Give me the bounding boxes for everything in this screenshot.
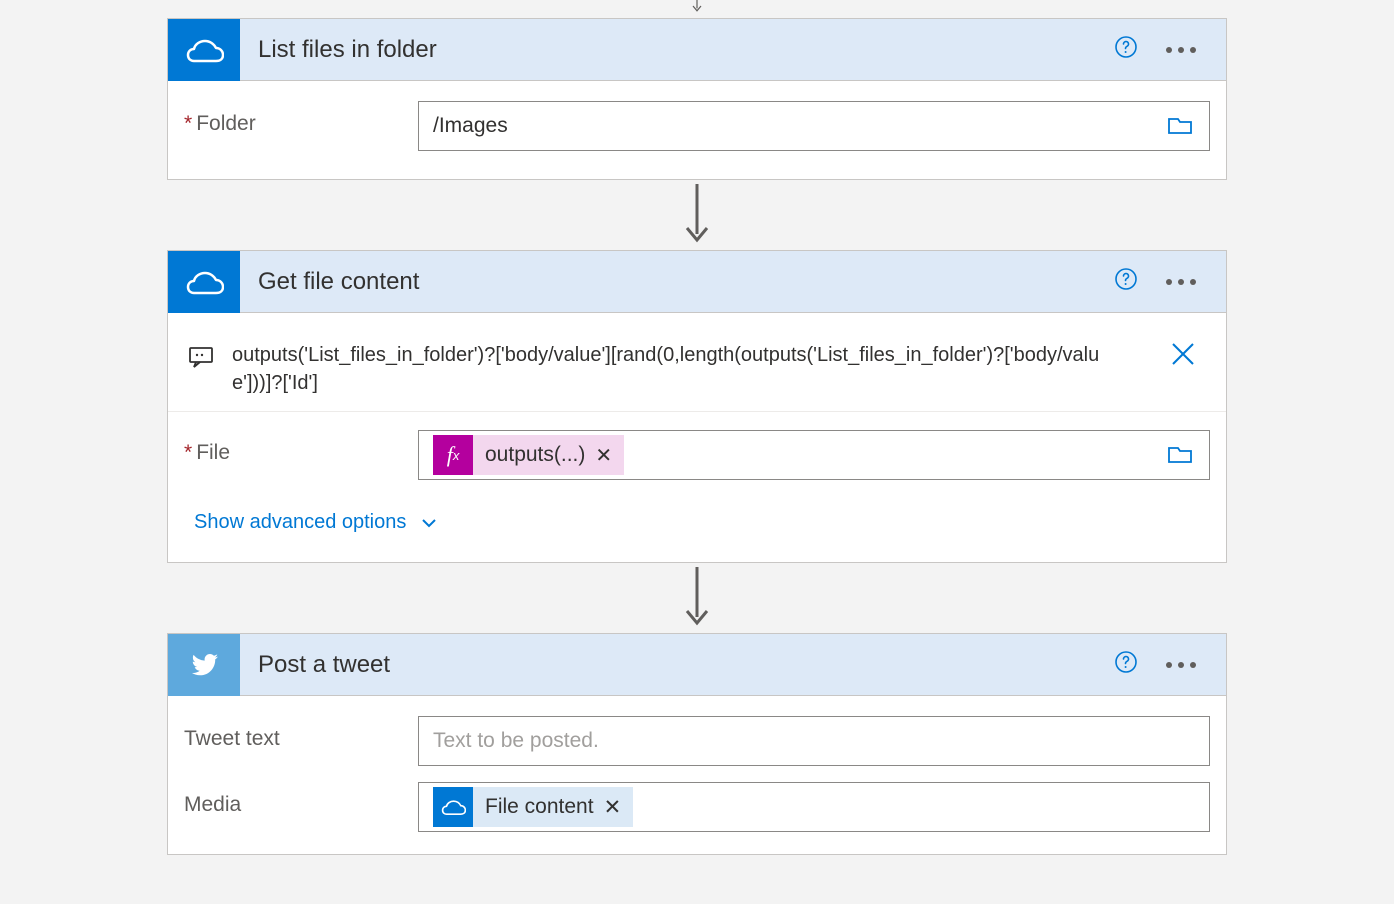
show-advanced-options-button[interactable]: Show advanced options bbox=[184, 511, 438, 534]
step-title: Post a tweet bbox=[240, 651, 1114, 679]
file-picker-icon[interactable] bbox=[1165, 440, 1195, 470]
expression-token[interactable]: fx outputs(...) ✕ bbox=[433, 435, 624, 475]
step-post-a-tweet[interactable]: Post a tweet Tweet text bbox=[167, 633, 1227, 855]
media-label: Media bbox=[184, 782, 418, 817]
help-icon[interactable] bbox=[1114, 267, 1138, 297]
dynamic-content-token[interactable]: File content ✕ bbox=[433, 787, 633, 827]
expression-text: outputs('List_files_in_folder')?['body/v… bbox=[232, 341, 1148, 397]
token-remove-icon[interactable]: ✕ bbox=[595, 443, 612, 468]
connector-arrow bbox=[683, 0, 711, 18]
close-icon[interactable] bbox=[1166, 341, 1200, 367]
help-icon[interactable] bbox=[1114, 35, 1138, 65]
token-remove-icon[interactable]: ✕ bbox=[604, 795, 622, 820]
flow-designer-canvas: List files in folder *Folder bbox=[0, 0, 1394, 855]
folder-input[interactable]: /Images bbox=[418, 101, 1210, 151]
step-list-files-in-folder[interactable]: List files in folder *Folder bbox=[167, 18, 1227, 180]
more-options-icon[interactable] bbox=[1166, 662, 1196, 668]
folder-label: *Folder bbox=[184, 101, 418, 136]
step-header[interactable]: Get file content bbox=[168, 251, 1226, 313]
step-get-file-content[interactable]: Get file content bbox=[167, 250, 1227, 563]
onedrive-icon bbox=[168, 19, 240, 81]
onedrive-icon bbox=[168, 251, 240, 313]
tweet-text-placeholder: Text to be posted. bbox=[433, 729, 599, 753]
file-input[interactable]: fx outputs(...) ✕ bbox=[418, 430, 1210, 480]
onedrive-icon bbox=[433, 787, 473, 827]
message-icon bbox=[184, 341, 214, 377]
step-header[interactable]: List files in folder bbox=[168, 19, 1226, 81]
twitter-icon bbox=[168, 634, 240, 696]
fx-icon: fx bbox=[433, 435, 473, 475]
step-title: List files in folder bbox=[240, 36, 1114, 64]
more-options-icon[interactable] bbox=[1166, 47, 1196, 53]
help-icon[interactable] bbox=[1114, 650, 1138, 680]
media-input[interactable]: File content ✕ bbox=[418, 782, 1210, 832]
tweet-text-field-row: Tweet text Text to be posted. bbox=[184, 716, 1210, 766]
connector-arrow bbox=[683, 563, 711, 633]
dynamic-content-token-label: File content bbox=[485, 795, 594, 819]
expression-token-label: outputs(...) bbox=[485, 443, 585, 467]
more-options-icon[interactable] bbox=[1166, 279, 1196, 285]
folder-input-value: /Images bbox=[433, 114, 508, 138]
step-header[interactable]: Post a tweet bbox=[168, 634, 1226, 696]
show-advanced-label: Show advanced options bbox=[194, 511, 406, 534]
file-label: *File bbox=[184, 430, 418, 465]
media-field-row: Media File content ✕ bbox=[184, 782, 1210, 832]
folder-picker-icon[interactable] bbox=[1165, 111, 1195, 141]
folder-field-row: *Folder /Images bbox=[184, 101, 1210, 151]
tweet-text-input[interactable]: Text to be posted. bbox=[418, 716, 1210, 766]
step-title: Get file content bbox=[240, 268, 1114, 296]
tweet-text-label: Tweet text bbox=[184, 716, 418, 751]
connector-arrow bbox=[683, 180, 711, 250]
chevron-down-icon bbox=[420, 514, 438, 532]
file-field-row: *File fx outputs(...) ✕ bbox=[184, 430, 1210, 480]
expression-peek: outputs('List_files_in_folder')?['body/v… bbox=[168, 327, 1226, 412]
